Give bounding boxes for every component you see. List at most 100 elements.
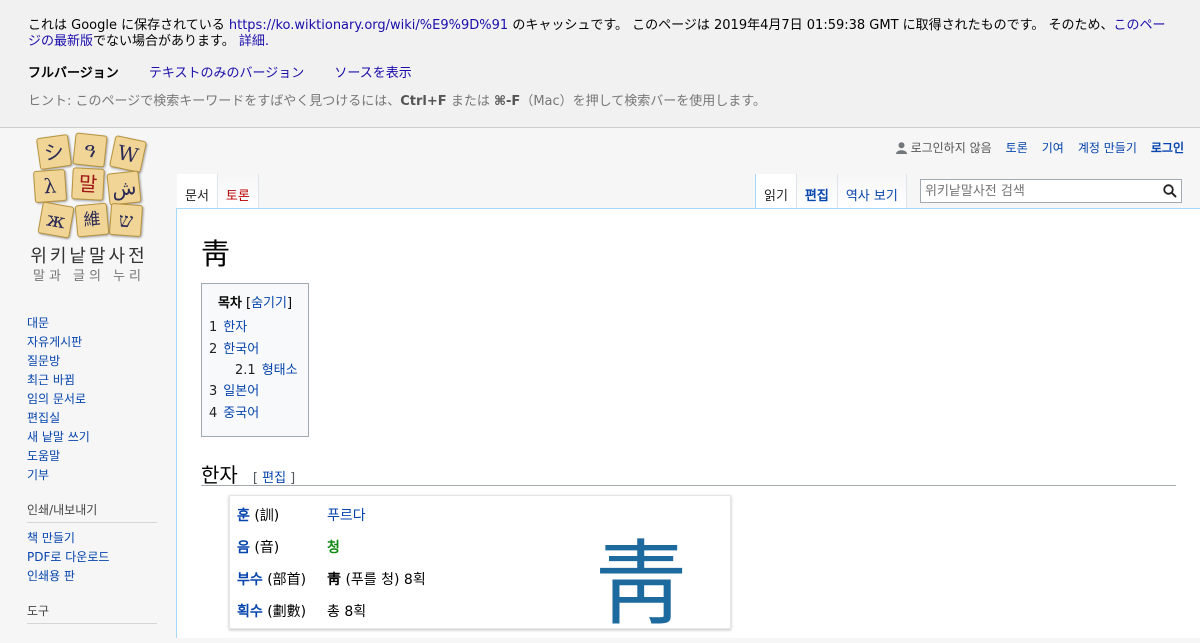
infobox-key-hanja: (訓) — [254, 508, 280, 524]
sidebar-navigation: 대문 자유게시판 질문방 최근 바뀜 임의 문서로 편집실 새 낱말 쓰기 도움… — [27, 314, 157, 485]
user-talk-link[interactable]: 토론 — [1006, 139, 1028, 156]
infobox-key-hanja: (部首) — [267, 572, 307, 588]
toc-link-korean[interactable]: 한국어 — [223, 342, 259, 357]
cache-notice-suffix: でない場合があります。 — [93, 34, 235, 49]
personal-tools: 로그인하지 않음 토론 기여 계정 만들기 로그인 — [895, 139, 1184, 156]
infobox-key-hanja: (劃數) — [267, 604, 307, 620]
sidebar-item-recent-changes[interactable]: 최근 바뀜 — [27, 373, 75, 387]
section-edit-link[interactable]: 편집 — [262, 471, 286, 486]
view-source-link[interactable]: ソースを表示 — [334, 66, 411, 81]
toc-item[interactable]: 1 한자 — [209, 317, 301, 339]
sidebar-item-new-entry[interactable]: 새 낱말 쓰기 — [27, 430, 90, 444]
infobox-value-link[interactable]: 푸르다 — [327, 505, 366, 525]
logo-tile: W — [109, 135, 147, 173]
tab-read[interactable]: 읽기 — [755, 174, 797, 209]
sidebar-item-editroom[interactable]: 편집실 — [27, 411, 60, 425]
sidebar-item-random[interactable]: 임의 문서로 — [27, 392, 86, 406]
infobox-key-link[interactable]: 부수 — [237, 572, 263, 588]
tab-edit[interactable]: 편집 — [796, 174, 838, 209]
logo-tile: 維 — [74, 202, 110, 238]
text-only-version-link[interactable]: テキストのみのバージョン — [149, 66, 304, 81]
infobox-key: 음 (音) — [237, 537, 327, 557]
logo-tile: ش — [106, 170, 142, 206]
sidebar-item-community[interactable]: 자유게시판 — [27, 335, 82, 349]
sidebar-item-printable[interactable]: 인쇄용 판 — [27, 569, 75, 583]
hint-key-cmd-f: ⌘-F — [493, 94, 521, 109]
details-link[interactable]: 詳細. — [239, 34, 269, 49]
toc-number: 3 — [209, 384, 218, 399]
infobox-value: 청 — [327, 540, 340, 556]
version-links: フルバージョン テキストのみのバージョン ソースを表示 — [28, 62, 1172, 81]
full-version-label: フルバージョン — [28, 66, 119, 81]
logo-tile: ዓ — [72, 132, 108, 168]
search-hint: ヒント: このページで検索キーワードをすばやく見つけるには、Ctrl+F または… — [28, 90, 1172, 109]
create-account-link[interactable]: 계정 만들기 — [1078, 139, 1137, 156]
radical-desc: (푸를 청) 8획 — [345, 572, 426, 588]
toc-number: 2 — [209, 342, 218, 357]
sidebar: 대문 자유게시판 질문방 최근 바뀜 임의 문서로 편집실 새 낱말 쓰기 도움… — [27, 314, 157, 630]
print-export-heading: 인쇄/내보내기 — [27, 501, 157, 523]
login-link[interactable]: 로그인 — [1151, 139, 1184, 156]
infobox-key-link[interactable]: 획수 — [237, 604, 263, 620]
sidebar-item-main-page[interactable]: 대문 — [27, 316, 49, 330]
sidebar-item-help[interactable]: 도움말 — [27, 449, 60, 463]
logo-tile: 말 — [71, 167, 105, 201]
sidebar-item-download-pdf[interactable]: PDF로 다운로드 — [27, 550, 109, 564]
toc-header: 목차 [숨기기] — [209, 292, 301, 311]
large-hanja-character: 靑 — [595, 531, 688, 638]
site-logo[interactable]: シ ዓ W λ 말 ش ж 維 ש 위키낱말사전 말과 글의 누리 — [26, 132, 152, 284]
hint-mid: または — [450, 94, 490, 109]
section-edit: [ 편집 ] — [252, 471, 296, 486]
cache-notice: これは Google に保存されている https://ko.wiktionar… — [28, 18, 1172, 50]
toc-link-hanja[interactable]: 한자 — [223, 320, 247, 335]
print-export-list: 책 만들기 PDF로 다운로드 인쇄용 판 — [27, 529, 157, 586]
logo-tagline: 말과 글의 누리 — [32, 269, 146, 284]
toc-item[interactable]: 2.1 형태소 — [209, 361, 301, 381]
toc-item[interactable]: 3 일본어 — [209, 381, 301, 403]
toc-number: 2.1 — [235, 363, 256, 378]
search-input[interactable] — [921, 180, 1155, 203]
infobox-key: 부수 (部首) — [237, 569, 327, 589]
table-of-contents: 목차 [숨기기] 1 한자 2 한국어 2.1 형태소 3 일본어 4 중국어 — [201, 283, 309, 437]
toc-title: 목차 — [217, 296, 242, 311]
toc-item[interactable]: 4 중국어 — [209, 403, 301, 425]
cache-notice-prefix: これは Google に保存されている — [28, 18, 225, 33]
infobox-value: 靑 (푸를 청) 8획 — [327, 569, 426, 589]
radical-char: 靑 — [327, 572, 341, 588]
tab-history[interactable]: 역사 보기 — [837, 174, 907, 209]
tab-talk[interactable]: 토론 — [217, 174, 259, 209]
search-box — [920, 179, 1182, 203]
toc-link-morpheme[interactable]: 형태소 — [262, 363, 298, 378]
infobox-key: 획수 (劃數) — [237, 601, 327, 621]
tab-article[interactable]: 문서 — [177, 174, 218, 209]
infobox-key-link[interactable]: 훈 — [237, 508, 250, 524]
infobox-key: 훈 (訓) — [237, 505, 327, 525]
toc-link-japanese[interactable]: 일본어 — [223, 384, 259, 399]
user-icon — [895, 141, 907, 154]
toc-hide-toggle[interactable]: 숨기기 — [251, 296, 287, 311]
logo-tile: シ — [35, 133, 73, 171]
section-title: 한자 — [201, 463, 238, 487]
toc-bracket-close: ] — [286, 296, 293, 311]
namespace-tabs: 문서 토론 — [177, 174, 259, 209]
cache-banner: これは Google に保存されている https://ko.wiktionar… — [0, 0, 1200, 128]
logo-tile: ж — [37, 201, 75, 239]
toc-item[interactable]: 2 한국어 — [209, 339, 301, 361]
page-title: 靑 — [201, 237, 231, 271]
sidebar-item-donate[interactable]: 기부 — [27, 468, 49, 482]
toc-link-chinese[interactable]: 중국어 — [223, 406, 259, 421]
cache-source-url-link[interactable]: https://ko.wiktionary.org/wiki/%E9%9D%91 — [229, 18, 508, 33]
toc-number: 1 — [209, 320, 218, 335]
sidebar-item-create-book[interactable]: 책 만들기 — [27, 531, 75, 545]
sidebar-item-questions[interactable]: 질문방 — [27, 354, 60, 368]
hanja-infobox: 훈 (訓) 푸르다 음 (音) 청 부수 (部首) 靑 (푸를 청) 8획 획수… — [229, 495, 731, 638]
toc-number: 4 — [209, 406, 218, 421]
anon-user-status: 로그인하지 않음 — [895, 139, 992, 156]
search-icon[interactable] — [1163, 184, 1177, 198]
infobox-key-link[interactable]: 음 — [237, 540, 250, 556]
contributions-link[interactable]: 기여 — [1042, 139, 1064, 156]
hint-suffix: （Mac）を押して検索バーを使用します。 — [520, 94, 766, 109]
section-heading-hanja: 한자 [ 편집 ] — [201, 459, 1176, 487]
not-logged-in-label: 로그인하지 않음 — [910, 141, 992, 155]
tools-heading: 도구 — [27, 602, 157, 624]
